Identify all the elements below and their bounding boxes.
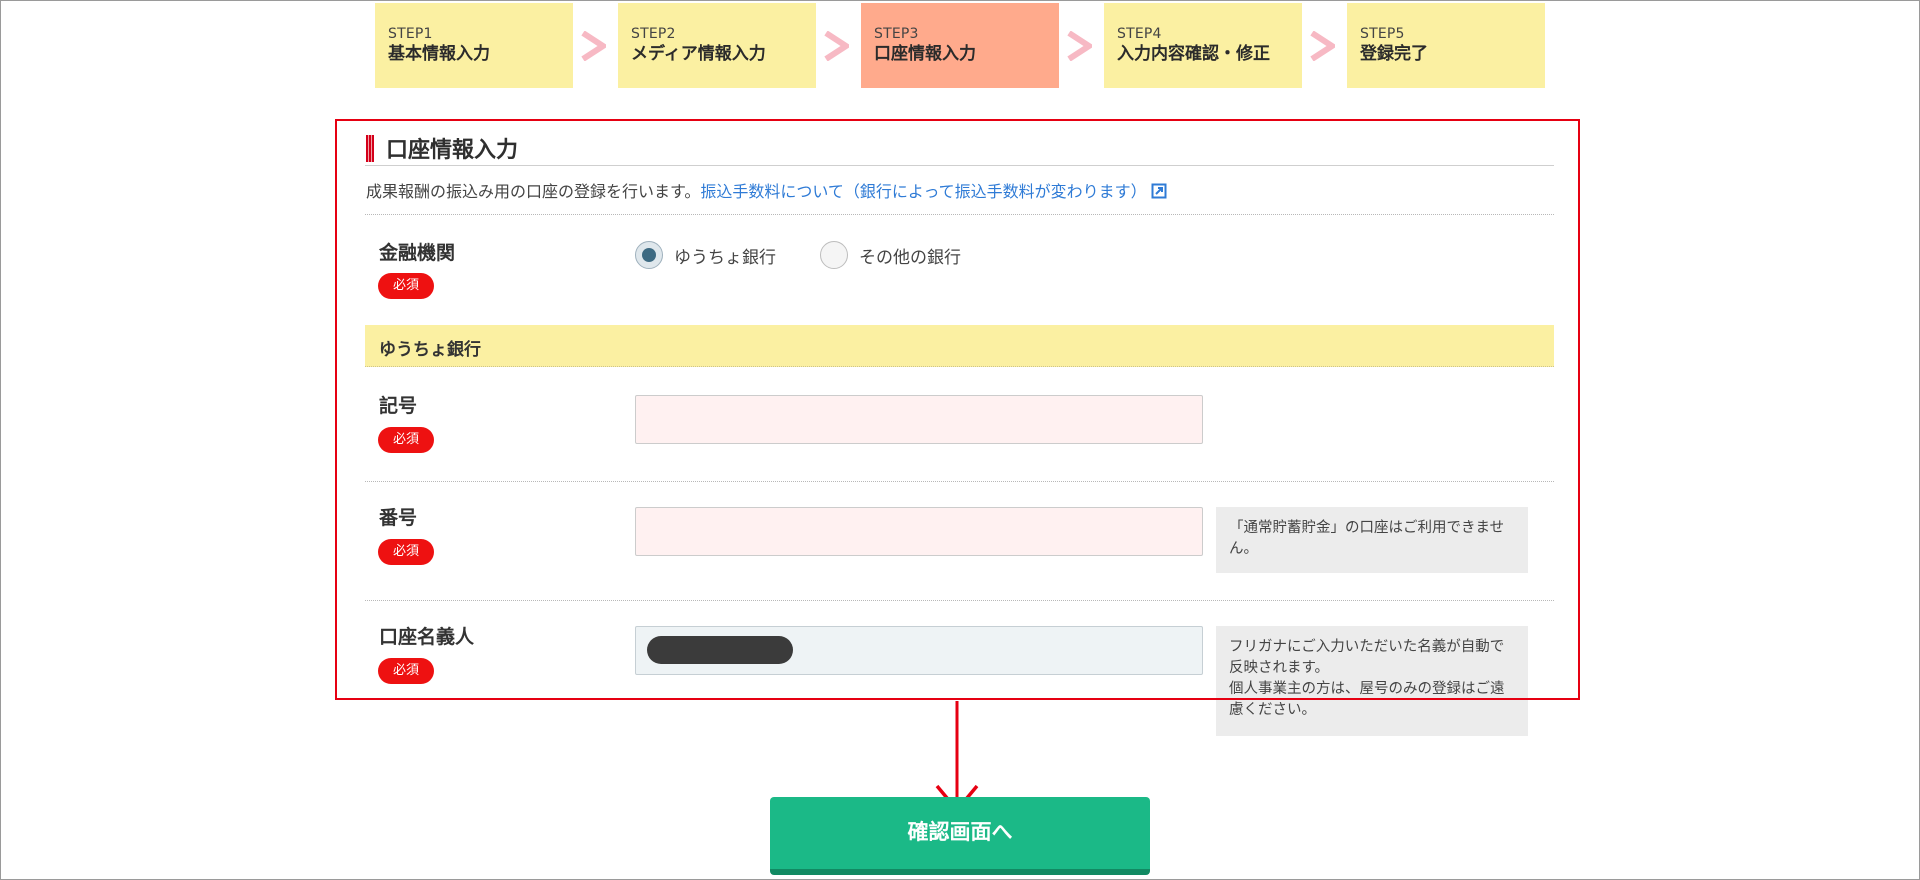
subheading-text: ゆうちょ銀行 <box>379 340 481 360</box>
step-number: STEP3 <box>874 26 919 42</box>
step-3-current: STEP3 口座情報入力 <box>861 3 1059 88</box>
page-title: 口座情報入力 <box>386 138 519 163</box>
fee-link-text[interactable]: 振込手数料について（銀行によって振込手数料が変わります） <box>700 182 1146 201</box>
step-1: STEP1 基本情報入力 <box>375 3 573 88</box>
required-badge: 必須 <box>378 539 434 565</box>
divider <box>365 214 1554 215</box>
radio-label: その他の銀行 <box>859 247 961 268</box>
chevron-right-icon <box>581 31 606 61</box>
bank-subheading: ゆうちょ銀行 <box>365 325 1554 367</box>
chevron-right-icon <box>824 31 849 61</box>
step-name: 口座情報入力 <box>874 44 976 64</box>
step-name: 基本情報入力 <box>388 44 490 64</box>
required-badge: 必須 <box>378 427 434 453</box>
chevron-right-icon <box>1067 31 1092 61</box>
fee-info-link[interactable]: 振込手数料について（銀行によって振込手数料が変わります） <box>700 182 1167 201</box>
step-number: STEP5 <box>1360 26 1405 42</box>
holder-label: 口座名義人 <box>379 626 475 648</box>
number-label: 番号 <box>379 507 418 529</box>
radio-yucho-bank[interactable]: ゆうちょ銀行 <box>635 241 776 269</box>
symbol-input[interactable] <box>635 395 1203 444</box>
step-name: メディア情報入力 <box>631 44 766 64</box>
account-holder-input[interactable] <box>635 626 1203 675</box>
section-description: 成果報酬の振込み用の口座の登録を行います。振込手数料について（銀行によって振込手… <box>366 178 1167 202</box>
title-accent-bar <box>366 135 374 162</box>
radio-selected-icon[interactable] <box>635 241 663 269</box>
step-number: STEP2 <box>631 26 676 42</box>
holder-note: フリガナにご入力いただいた名義が自動で反映されます。 個人事業主の方は、屋号のみ… <box>1216 626 1528 736</box>
step-name: 登録完了 <box>1360 44 1428 64</box>
radio-label: ゆうちょ銀行 <box>674 247 776 268</box>
bank-label: 金融機関 <box>379 242 456 264</box>
radio-other-bank[interactable]: その他の銀行 <box>820 241 961 269</box>
number-input[interactable] <box>635 507 1203 556</box>
step-number: STEP1 <box>388 26 433 42</box>
redacted-value <box>647 636 793 664</box>
step-name: 入力内容確認・修正 <box>1117 44 1270 64</box>
step-4: STEP4 入力内容確認・修正 <box>1104 3 1302 88</box>
section-header: 口座情報入力 <box>365 132 1554 166</box>
divider <box>365 481 1554 482</box>
description-text: 成果報酬の振込み用の口座の登録を行います。 <box>366 182 701 201</box>
required-badge: 必須 <box>378 658 434 684</box>
divider <box>365 600 1554 601</box>
step-number: STEP4 <box>1117 26 1162 42</box>
external-link-icon[interactable] <box>1151 183 1167 199</box>
step-2: STEP2 メディア情報入力 <box>618 3 816 88</box>
symbol-label: 記号 <box>379 395 418 417</box>
chevron-right-icon <box>1310 31 1335 61</box>
number-note: 「通常貯蓄貯金」の口座はご利用できません。 <box>1216 507 1528 573</box>
confirm-button[interactable]: 確認画面へ <box>770 797 1150 875</box>
step-5: STEP5 登録完了 <box>1347 3 1545 88</box>
required-badge: 必須 <box>378 273 434 299</box>
radio-unselected-icon[interactable] <box>820 241 848 269</box>
